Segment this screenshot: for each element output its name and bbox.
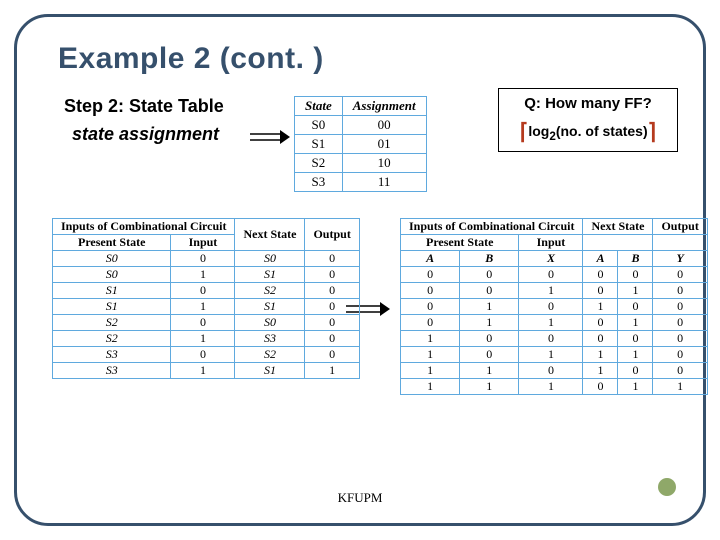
table-row: S10S20 [53, 283, 360, 299]
table-row: S311 [295, 173, 427, 192]
col-header: Present State [53, 235, 171, 251]
arrow-icon [250, 128, 290, 144]
col-header: Input [519, 235, 583, 251]
table-row: S000 [295, 116, 427, 135]
ceiling-right-icon: ⌉ [648, 125, 657, 139]
col-header: Next State [235, 219, 305, 251]
col-header: X [519, 251, 583, 267]
col-header: Input [171, 235, 235, 251]
col-header: A [583, 251, 618, 267]
col-header: State [295, 97, 343, 116]
col-header: A [401, 251, 460, 267]
table-row: S210 [295, 154, 427, 173]
right-state-table: Inputs of Combinational Circuit Next Sta… [400, 218, 708, 395]
table-row: 000000 [401, 267, 708, 283]
table-row: 010100 [401, 299, 708, 315]
table-row: S30S20 [53, 347, 360, 363]
question-text: Q: How many FF? [499, 95, 677, 112]
table-row: 001010 [401, 283, 708, 299]
table-row: 011010 [401, 315, 708, 331]
col-header: B [460, 251, 519, 267]
table-row: S01S10 [53, 267, 360, 283]
col-header [653, 235, 707, 251]
table-row: 100000 [401, 331, 708, 347]
col-header: Y [653, 251, 707, 267]
table-row: S20S00 [53, 315, 360, 331]
col-header: Present State [401, 235, 519, 251]
table-row: 101110 [401, 347, 708, 363]
table-row: S11S10 [53, 299, 360, 315]
col-header: Assignment [342, 97, 426, 116]
table-row: S21S30 [53, 331, 360, 347]
assignment-table: State Assignment S000 S101 S210 S311 [294, 96, 427, 192]
col-header: Output [305, 219, 359, 251]
table-row: S31S11 [53, 363, 360, 379]
table-row: S101 [295, 135, 427, 154]
left-state-table: Inputs of Combinational Circuit Next Sta… [52, 218, 360, 379]
footer-text: KFUPM [0, 490, 720, 506]
table-row: 111011 [401, 379, 708, 395]
col-header: Inputs of Combinational Circuit [53, 219, 235, 235]
table-row: S00S00 [53, 251, 360, 267]
col-header: B [618, 251, 653, 267]
state-assignment-label: state assignment [72, 124, 219, 145]
table-row: 110100 [401, 363, 708, 379]
slide-title: Example 2 (cont. ) [58, 42, 324, 76]
step-label: Step 2: State Table [64, 96, 224, 117]
col-header: Next State [583, 219, 653, 235]
col-header: Inputs of Combinational Circuit [401, 219, 583, 235]
col-header [583, 235, 653, 251]
answer-text: ⌈log2(no. of states)⌉ [499, 123, 677, 143]
question-box: Q: How many FF? ⌈log2(no. of states)⌉ [498, 88, 678, 152]
col-header: Output [653, 219, 707, 235]
